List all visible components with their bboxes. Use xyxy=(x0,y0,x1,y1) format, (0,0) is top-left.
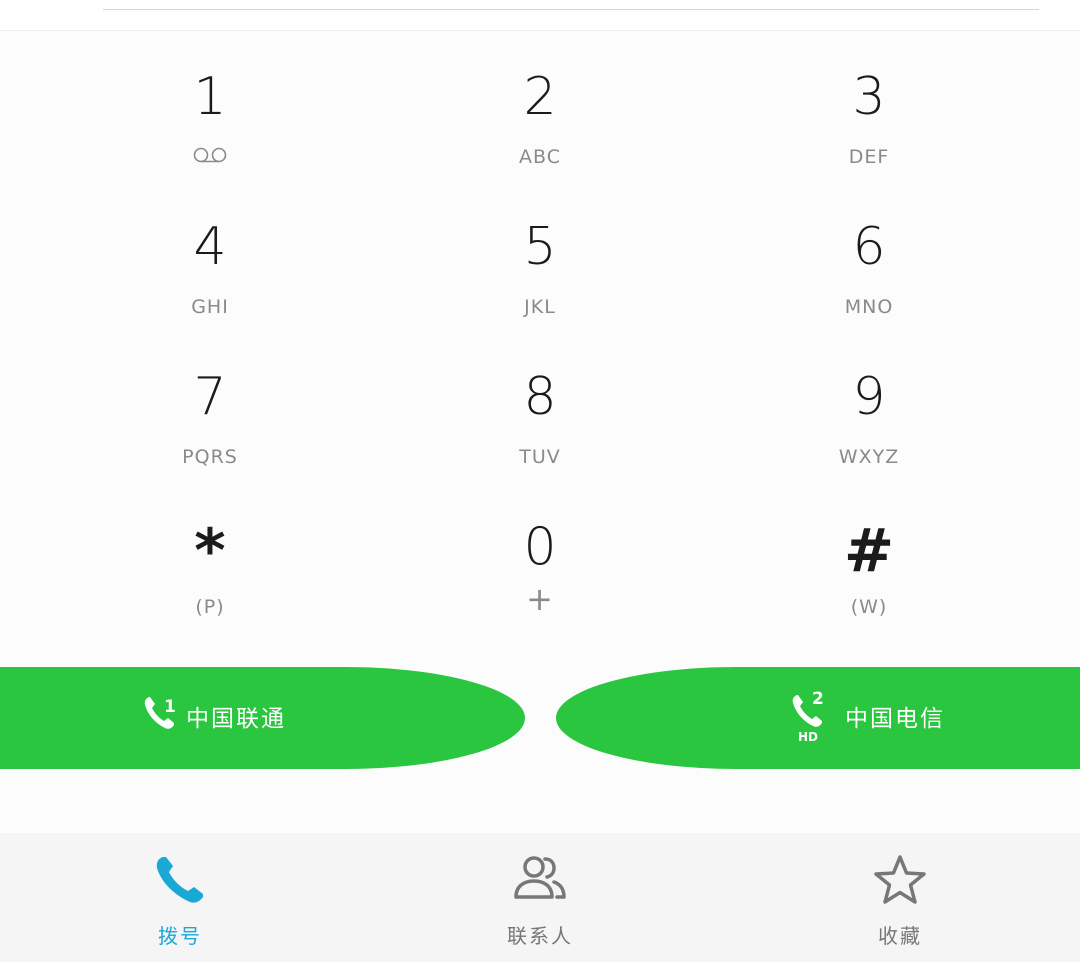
input-underline xyxy=(103,9,1039,10)
star-icon xyxy=(874,855,926,904)
key-6[interactable]: 6 MNO xyxy=(704,181,1034,331)
key-digit: * xyxy=(194,516,226,586)
call-sim2-button[interactable]: 2 HD 中国电信 xyxy=(556,667,1080,769)
key-2[interactable]: 2 ABC xyxy=(375,31,705,181)
key-letters: MNO xyxy=(844,296,894,318)
contacts-icon xyxy=(514,856,566,899)
key-letters: DEF xyxy=(848,146,890,168)
key-digit: 3 xyxy=(852,67,886,127)
key-letters: ABC xyxy=(519,146,561,168)
key-digit: 0 xyxy=(523,517,557,577)
carrier-name: 中国电信 xyxy=(845,706,945,732)
bottom-nav: 拨号 联系人 收藏 xyxy=(0,833,1080,962)
key-digit: 9 xyxy=(852,367,886,427)
tab-dial[interactable]: 拨号 xyxy=(80,833,280,962)
key-1[interactable]: 1 xyxy=(45,31,375,181)
key-digit: 8 xyxy=(523,367,557,427)
sim-number: 2 xyxy=(812,689,824,709)
nav-label: 联系人 xyxy=(507,924,573,948)
hd-badge: HD xyxy=(798,730,819,744)
key-letters: PQRS xyxy=(182,446,238,468)
key-8[interactable]: 8 TUV xyxy=(375,331,705,481)
key-7[interactable]: 7 PQRS xyxy=(45,331,375,481)
key-9[interactable]: 9 WXYZ xyxy=(704,331,1034,481)
key-digit: 5 xyxy=(523,217,557,277)
call-sim1-button[interactable]: 1 中国联通 xyxy=(0,667,525,769)
key-letters: (P) xyxy=(195,596,225,618)
key-0[interactable]: 0 + xyxy=(375,481,705,631)
key-3[interactable]: 3 DEF xyxy=(704,31,1034,181)
key-4[interactable]: 4 GHI xyxy=(45,181,375,331)
dial-keypad: 1 2 ABC 3 DEF 4 GHI 5 JKL 6 MNO 7 PQRS 8… xyxy=(0,31,1080,651)
key-letters: JKL xyxy=(524,296,556,318)
key-star[interactable]: * (P) xyxy=(45,481,375,631)
tab-favorites[interactable]: 收藏 xyxy=(800,833,1000,962)
tab-contacts[interactable]: 联系人 xyxy=(440,833,640,962)
voicemail-icon xyxy=(193,147,227,163)
sim-number: 1 xyxy=(164,697,176,717)
key-letters: GHI xyxy=(191,296,229,318)
key-letters: TUV xyxy=(519,446,561,468)
key-letters xyxy=(45,145,375,169)
key-letters: (W) xyxy=(850,596,888,618)
key-letters: WXYZ xyxy=(838,446,900,468)
key-digit: 7 xyxy=(193,367,227,427)
key-digit: # xyxy=(843,516,895,586)
key-5[interactable]: 5 JKL xyxy=(375,181,705,331)
dial-input-area[interactable] xyxy=(0,0,1080,31)
key-letters: + xyxy=(526,580,554,618)
nav-label: 收藏 xyxy=(878,924,922,948)
nav-label: 拨号 xyxy=(158,924,202,948)
key-digit: 1 xyxy=(193,67,227,127)
carrier-name: 中国联通 xyxy=(186,706,286,732)
key-digit: 4 xyxy=(193,217,227,277)
phone-icon xyxy=(156,857,203,903)
key-hash[interactable]: # (W) xyxy=(704,481,1034,631)
key-digit: 6 xyxy=(852,217,886,277)
key-digit: 2 xyxy=(523,67,557,127)
